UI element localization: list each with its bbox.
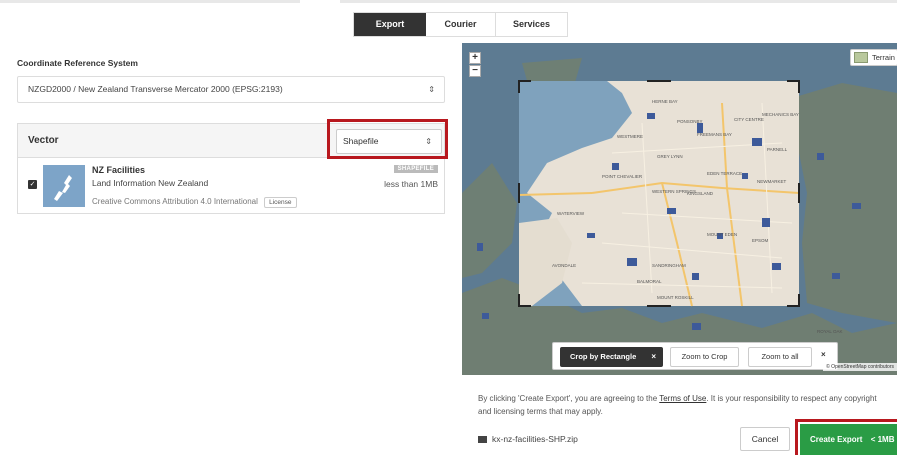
svg-text:PARNELL: PARNELL	[767, 147, 788, 152]
svg-text:EPSOM: EPSOM	[752, 238, 769, 243]
vector-title: Vector	[28, 135, 59, 146]
terrain-icon	[854, 52, 868, 63]
svg-text:CITY CENTRE: CITY CENTRE	[734, 117, 764, 122]
crs-label: Coordinate Reference System	[17, 58, 138, 68]
filename-text: kx-nz-facilities-SHP.zip	[492, 434, 578, 444]
svg-text:SANDRINGHAM: SANDRINGHAM	[652, 263, 686, 268]
layer-organisation: Land Information New Zealand	[92, 178, 209, 188]
top-border	[0, 0, 897, 4]
license-text: Creative Commons Attribution 4.0 Interna…	[92, 197, 258, 206]
layer-thumbnail	[43, 165, 85, 207]
crop-toolbar: Crop by Rectangle × Zoom to Crop Zoom to…	[552, 342, 838, 370]
svg-text:GREY LYNN: GREY LYNN	[657, 154, 683, 159]
svg-text:ROYAL OAK: ROYAL OAK	[817, 329, 843, 334]
crop-label: Crop by Rectangle	[570, 352, 637, 361]
layer-checkbox[interactable]: ✓	[28, 180, 37, 189]
map-view[interactable]: HERNE BAY PONSONBY CITY CENTRE FREEMANS BA…	[462, 43, 897, 375]
svg-text:NEWMARKET: NEWMARKET	[757, 179, 787, 184]
svg-text:HERNE BAY: HERNE BAY	[652, 99, 678, 104]
crs-value: NZGD2000 / New Zealand Transverse Mercat…	[28, 84, 283, 94]
export-tabs: Export Courier Services	[353, 12, 568, 37]
svg-text:MOUNT EDEN: MOUNT EDEN	[707, 232, 737, 237]
format-badge: SHAPEFILE	[393, 165, 438, 173]
zoom-to-crop-button[interactable]: Zoom to Crop	[670, 347, 739, 367]
svg-text:MOUNT ROSKILL: MOUNT ROSKILL	[657, 295, 694, 300]
map-attribution[interactable]: © OpenStreetMap contributors	[823, 363, 897, 371]
basemap-toggle[interactable]: Terrain	[850, 49, 897, 66]
tab-services[interactable]: Services	[495, 13, 567, 36]
archive-icon	[478, 436, 487, 444]
svg-text:WESTMERE: WESTMERE	[617, 134, 643, 139]
terms-link[interactable]: Terms of Use	[659, 394, 706, 403]
zoom-to-all-button[interactable]: Zoom to all	[748, 347, 812, 367]
close-icon[interactable]: ×	[821, 350, 826, 359]
svg-text:WATERVIEW: WATERVIEW	[557, 211, 585, 216]
svg-text:PONSONBY: PONSONBY	[677, 119, 703, 124]
crs-select[interactable]: NZGD2000 / New Zealand Transverse Mercat…	[17, 76, 445, 103]
layer-row: ✓ NZ Facilities Land Information New Zea…	[18, 158, 444, 214]
chevron-updown-icon: ⇕	[428, 85, 435, 94]
zoom-out-button[interactable]: −	[469, 65, 481, 77]
svg-text:BALMORAL: BALMORAL	[637, 279, 662, 284]
zoom-in-button[interactable]: +	[469, 52, 481, 64]
crop-close-icon[interactable]: ×	[651, 347, 656, 367]
svg-text:FREEMANS BAY: FREEMANS BAY	[697, 132, 732, 137]
map-canvas: HERNE BAY PONSONBY CITY CENTRE FREEMANS BA…	[462, 43, 897, 375]
license-button[interactable]: License	[264, 197, 297, 208]
cancel-button[interactable]: Cancel	[740, 427, 790, 451]
tab-export[interactable]: Export	[354, 13, 426, 36]
tab-courier[interactable]: Courier	[426, 13, 495, 36]
svg-text:MECHANICS BAY: MECHANICS BAY	[762, 112, 799, 117]
terms-text-pre: By clicking 'Create Export', you are agr…	[478, 394, 660, 403]
export-filename: kx-nz-facilities-SHP.zip	[478, 434, 578, 444]
crop-by-rectangle-button[interactable]: Crop by Rectangle ×	[560, 347, 663, 367]
svg-text:EDEN TERRACE: EDEN TERRACE	[707, 171, 742, 176]
basemap-label: Terrain	[872, 53, 895, 62]
layer-license: Creative Commons Attribution 4.0 Interna…	[92, 197, 297, 208]
format-highlight-box	[327, 119, 448, 159]
layer-name: NZ Facilities	[92, 165, 146, 175]
layer-size: less than 1MB	[384, 179, 438, 189]
create-highlight-box	[795, 419, 897, 455]
svg-text:AVONDALE: AVONDALE	[552, 263, 576, 268]
svg-text:POINT CHEVALIER: POINT CHEVALIER	[602, 174, 643, 179]
terms-notice: By clicking 'Create Export', you are agr…	[478, 392, 888, 418]
svg-text:KINGSLAND: KINGSLAND	[687, 191, 714, 196]
